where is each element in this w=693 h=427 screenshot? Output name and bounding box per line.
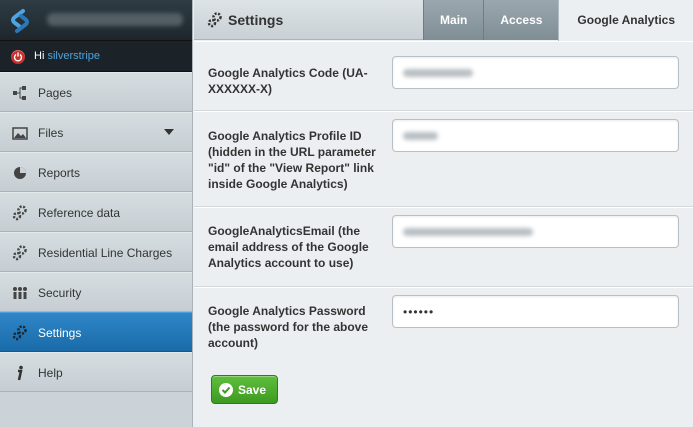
main-panel: Settings Main Access Google Analytics Go… (194, 0, 693, 427)
checkmark-icon (219, 383, 233, 397)
sidebar-item-files[interactable]: Files (0, 112, 192, 152)
greeting: Hi silverstripe (34, 50, 100, 62)
save-button[interactable]: Save (211, 375, 278, 404)
ga-profile-id-input[interactable] (392, 119, 679, 152)
tab-bar: Main Access Google Analytics (423, 0, 693, 41)
tab-access[interactable]: Access (483, 0, 559, 40)
field-label: GoogleAnalyticsEmail (the email address … (208, 224, 369, 270)
field-label: Google Analytics Code (UA-XXXXXX-X) (208, 66, 368, 96)
tab-main[interactable]: Main (423, 0, 484, 40)
ga-email-input[interactable] (392, 215, 679, 248)
ga-password-input[interactable]: •••••• (392, 295, 679, 328)
sidebar-item-reference-data[interactable]: Reference data (0, 192, 192, 232)
sitemap-icon (12, 85, 28, 101)
sidebar-item-label: Pages (38, 86, 73, 100)
sidebar-item-label: Residential Line Charges (38, 246, 173, 260)
sidebar-item-label: Security (38, 286, 82, 300)
field-ga-password: Google Analytics Password (the password … (194, 287, 693, 359)
profile-link[interactable]: silverstripe (47, 50, 100, 62)
ga-code-input[interactable] (392, 56, 679, 89)
sidebar-item-label: Files (38, 126, 64, 140)
gears-icon (12, 325, 28, 341)
sidebar-item-label: Settings (38, 326, 82, 340)
sidebar-item-residential-line-charges[interactable]: Residential Line Charges (0, 232, 192, 272)
content-header: Settings Main Access Google Analytics (194, 0, 693, 41)
sidebar-item-help[interactable]: Help (0, 352, 192, 392)
site-name-blurred[interactable] (47, 13, 183, 26)
silverstripe-logo-icon[interactable] (7, 8, 33, 34)
field-ga-profile-id: Google Analytics Profile ID (hidden in t… (194, 111, 693, 207)
sidebar-item-label: Reference data (38, 206, 121, 220)
sidebar: Hi silverstripe Pages Files Reports Refe… (0, 0, 193, 427)
sidebar-item-label: Help (38, 366, 63, 380)
greeting-text: Hi (34, 50, 45, 62)
blurred-value (403, 228, 533, 236)
settings-form: Google Analytics Code (UA-XXXXXX-X) Goog… (194, 41, 693, 359)
gears-icon (207, 12, 223, 28)
gears-icon (12, 245, 28, 261)
user-bar: Hi silverstripe (0, 41, 192, 72)
field-ga-code: Google Analytics Code (UA-XXXXXX-X) (194, 41, 693, 111)
sidebar-item-label: Reports (38, 166, 81, 180)
gears-icon (12, 205, 28, 221)
image-icon (12, 125, 28, 141)
blurred-value (403, 69, 473, 77)
page-title: Settings (228, 12, 284, 28)
sidebar-header (0, 0, 192, 41)
tab-google-analytics[interactable]: Google Analytics (558, 0, 693, 41)
sidebar-item-reports[interactable]: Reports (0, 152, 192, 192)
field-label: Google Analytics Password (the password … (208, 304, 369, 350)
save-label: Save (238, 383, 267, 397)
logout-power-icon[interactable] (11, 50, 25, 64)
sidebar-item-security[interactable]: Security (0, 272, 192, 312)
blurred-value (403, 132, 438, 140)
info-icon (12, 365, 28, 381)
field-label: Google Analytics Profile ID (hidden in t… (208, 129, 376, 191)
password-value: •••••• (403, 305, 435, 319)
pie-chart-icon (12, 165, 28, 181)
chevron-down-icon[interactable] (164, 129, 174, 135)
sidebar-item-pages[interactable]: Pages (0, 72, 192, 112)
main-menu: Pages Files Reports Reference data Resid… (0, 72, 192, 392)
sidebar-item-settings[interactable]: Settings (0, 312, 192, 352)
field-ga-email: GoogleAnalyticsEmail (the email address … (194, 207, 693, 287)
people-icon (12, 285, 28, 301)
